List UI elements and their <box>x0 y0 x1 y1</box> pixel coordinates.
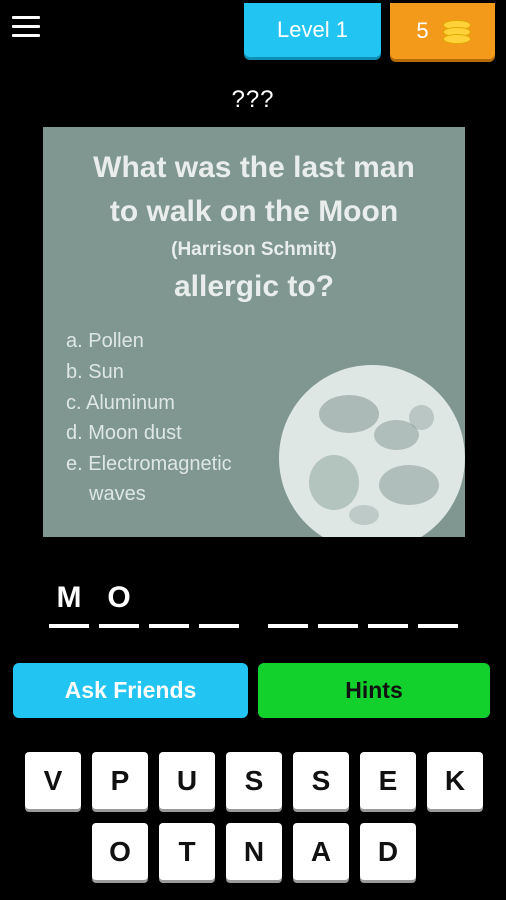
answer-slot[interactable]: O <box>99 580 139 628</box>
option-a: a. Pollen <box>66 330 144 352</box>
letter-key[interactable]: T <box>159 823 215 880</box>
letter-key[interactable]: S <box>226 752 282 809</box>
coin-stack-icon <box>442 20 471 44</box>
question-line-3: (Harrison Schmitt) <box>171 239 337 260</box>
answer-slot[interactable]: M <box>49 580 89 628</box>
ask-friends-button[interactable]: Ask Friends <box>13 663 248 718</box>
letter-key[interactable]: A <box>293 823 349 880</box>
hints-label: Hints <box>345 677 403 703</box>
answer-slot[interactable] <box>318 580 358 628</box>
moon-illustration <box>279 365 465 537</box>
level-label: Level 1 <box>277 17 348 42</box>
letter-key[interactable]: K <box>427 752 483 809</box>
letter-key[interactable]: U <box>159 752 215 809</box>
option-e: e. Electromagnetic <box>66 453 232 475</box>
option-c: c. Aluminum <box>66 392 175 414</box>
answer-slot[interactable] <box>368 580 408 628</box>
question-card: What was the last man to walk on the Moo… <box>43 127 465 537</box>
letter-key[interactable]: D <box>360 823 416 880</box>
answer-slot[interactable] <box>268 580 308 628</box>
answer-slot[interactable] <box>418 580 458 628</box>
question-line-4: allergic to? <box>173 270 335 303</box>
hints-button[interactable]: Hints <box>258 663 490 718</box>
option-e-continued: waves <box>89 483 146 505</box>
option-d: d. Moon dust <box>66 422 182 444</box>
level-button[interactable]: Level 1 <box>244 3 381 57</box>
question-line-2: to walk on the Moon <box>109 195 399 228</box>
letter-key[interactable]: N <box>226 823 282 880</box>
letter-key[interactable]: O <box>92 823 148 880</box>
letter-key[interactable]: S <box>293 752 349 809</box>
coin-count: 5 <box>416 18 429 43</box>
answer-slot[interactable] <box>149 580 189 628</box>
question-line-1: What was the last man <box>93 151 415 184</box>
answer-slots: M O <box>0 580 506 630</box>
letter-key[interactable]: E <box>360 752 416 809</box>
answer-slot[interactable] <box>199 580 239 628</box>
coins-button[interactable]: 5 <box>390 3 495 59</box>
letter-key[interactable]: V <box>25 752 81 809</box>
puzzle-title: ??? <box>231 86 275 113</box>
ask-friends-label: Ask Friends <box>64 677 197 703</box>
menu-icon[interactable] <box>12 16 40 40</box>
option-b: b. Sun <box>66 361 124 383</box>
letter-key[interactable]: P <box>92 752 148 809</box>
